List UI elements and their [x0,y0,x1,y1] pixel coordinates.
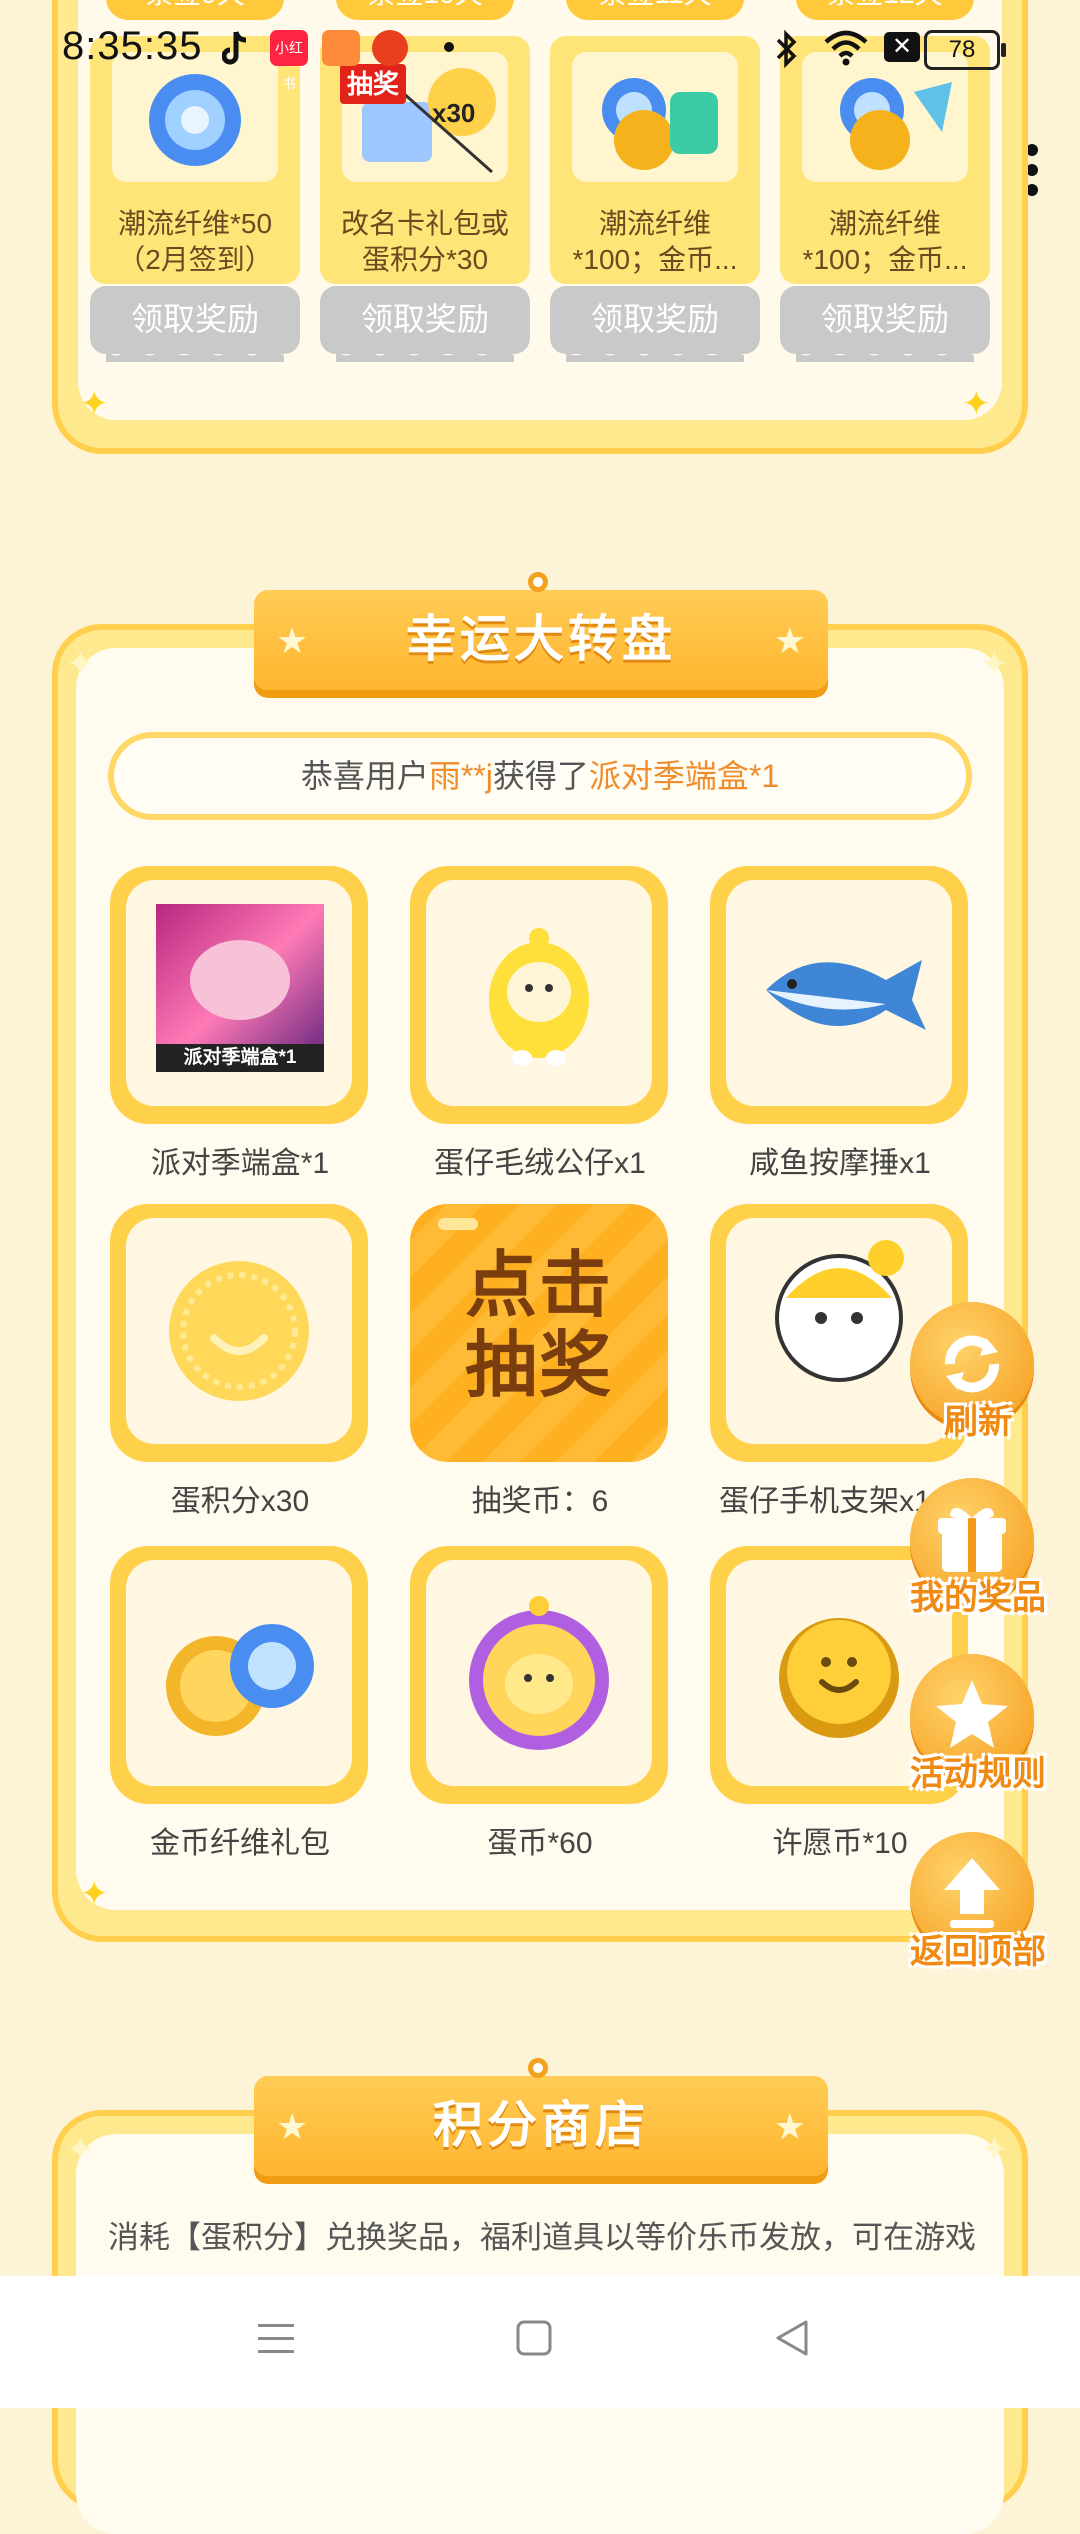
reward-name: 潮流纤维*50 （2月签到） [117,208,273,275]
salted-fish-icon [726,880,952,1106]
draw-button-text: 点击 抽奖 [464,1246,613,1406]
star-icon: ★ [276,2106,309,2147]
prize-coin-fiber-pack [110,1546,368,1804]
claim-reward-button[interactable]: 领取奖励 [320,286,530,362]
egg-points-icon [126,1218,352,1444]
back-to-top-button[interactable]: 返回顶部 [910,1832,1046,1982]
side-button-label: 我的奖品 [910,1579,1046,1617]
notification-dot-icon [444,42,454,52]
status-bar: 8:35:35 小红书 ✕ 78 [0,0,1080,96]
party-box-image: 派对季端盒*1 [126,880,352,1106]
prize-party-box: 派对季端盒*1 [110,866,368,1124]
my-prizes-button[interactable]: 我的奖品 [910,1478,1046,1628]
home-nav-button[interactable] [516,2320,552,2361]
prize-fish-hammer [710,866,968,1124]
prize-plush-doll [410,866,668,1124]
ticker-user: 雨**j [428,758,493,794]
prize-label: 蛋仔毛绒公仔x1 [434,1147,646,1180]
back-nav-button[interactable] [774,2318,810,2363]
tomato-icon [372,30,408,66]
party-box-caption: 派对季端盒*1 [156,1044,324,1072]
menu-nav-button[interactable] [258,2318,294,2363]
prize-label: 蛋币*60 [487,1827,593,1860]
sparkle-icon: ✦ [980,2131,1009,2169]
reward-name: 潮流纤维 *100；金币... [802,208,968,275]
sparkle-icon: ✦ [980,645,1009,683]
prize-label: 派对季端盒*1 [150,1147,330,1180]
prize-label: 金币纤维礼包 [150,1827,330,1860]
claim-reward-button[interactable]: 领取奖励 [780,286,990,362]
side-button-label: 活动规则 [910,1755,1046,1793]
banner-pin-icon [528,572,548,592]
points-shop-banner: 积分商店 ★ ★ [254,2076,828,2176]
bluetooth-icon [772,29,802,73]
quantity-label: x30 [432,98,476,128]
refresh-button[interactable]: 刷新 [910,1302,1044,1452]
no-sim-icon: ✕ [884,32,920,62]
prize-egg-coin [410,1546,668,1804]
star-icon: ★ [773,2106,806,2147]
coin-fiber-pack-icon [126,1560,352,1786]
system-nav-bar [0,2276,1080,2408]
sparkle-icon: ✦ [66,2131,95,2169]
ticker-middle: 获得了 [492,758,589,794]
reward-name: 潮流纤维 *100；金币... [572,208,738,275]
ticker-prefix: 恭喜用户 [300,758,429,794]
tiktok-icon [221,30,250,66]
book-icon [322,30,360,66]
activity-rules-button[interactable]: 活动规则 [910,1654,1046,1804]
draw-lottery-button[interactable]: 点击 抽奖 [410,1204,668,1462]
lottery-coin-count: 抽奖币：6 [471,1485,609,1518]
section-title: 幸运大转盘 [406,611,676,667]
wifi-icon [822,30,870,71]
star-icon: ★ [773,620,806,661]
sparkle-icon: ✦ [80,1875,109,1913]
side-button-label: 返回顶部 [910,1933,1046,1971]
sparkle-icon: ✦ [80,385,109,423]
prize-egg-points [110,1204,368,1462]
reward-name: 改名卡礼包或 蛋积分*30 [340,208,509,275]
side-button-label: 刷新 [944,1403,1012,1441]
battery-indicator: 78 [924,30,1006,70]
banner-pin-icon [528,2058,548,2078]
prize-label: 蛋积分x30 [170,1485,310,1518]
star-icon: ★ [276,620,309,661]
sparkle-icon: ✦ [66,645,95,683]
ticker-prize: 派对季端盒*1 [588,758,780,794]
section-title: 积分商店 [433,2097,649,2153]
winner-ticker: 恭喜用户雨**j获得了派对季端盒*1 [108,732,972,820]
xiaohongshu-icon: 小红书 [270,30,308,92]
claim-reward-button[interactable]: 领取奖励 [550,286,760,362]
plush-doll-icon [426,880,652,1106]
lucky-wheel-banner: 幸运大转盘 ★ ★ [254,590,828,690]
status-time: 8:35:35 [62,24,203,68]
egg-coin-icon [426,1560,652,1786]
claim-reward-button[interactable]: 领取奖励 [90,286,300,362]
sparkle-icon: ✦ [962,385,991,423]
prize-label: 咸鱼按摩捶x1 [749,1147,931,1180]
